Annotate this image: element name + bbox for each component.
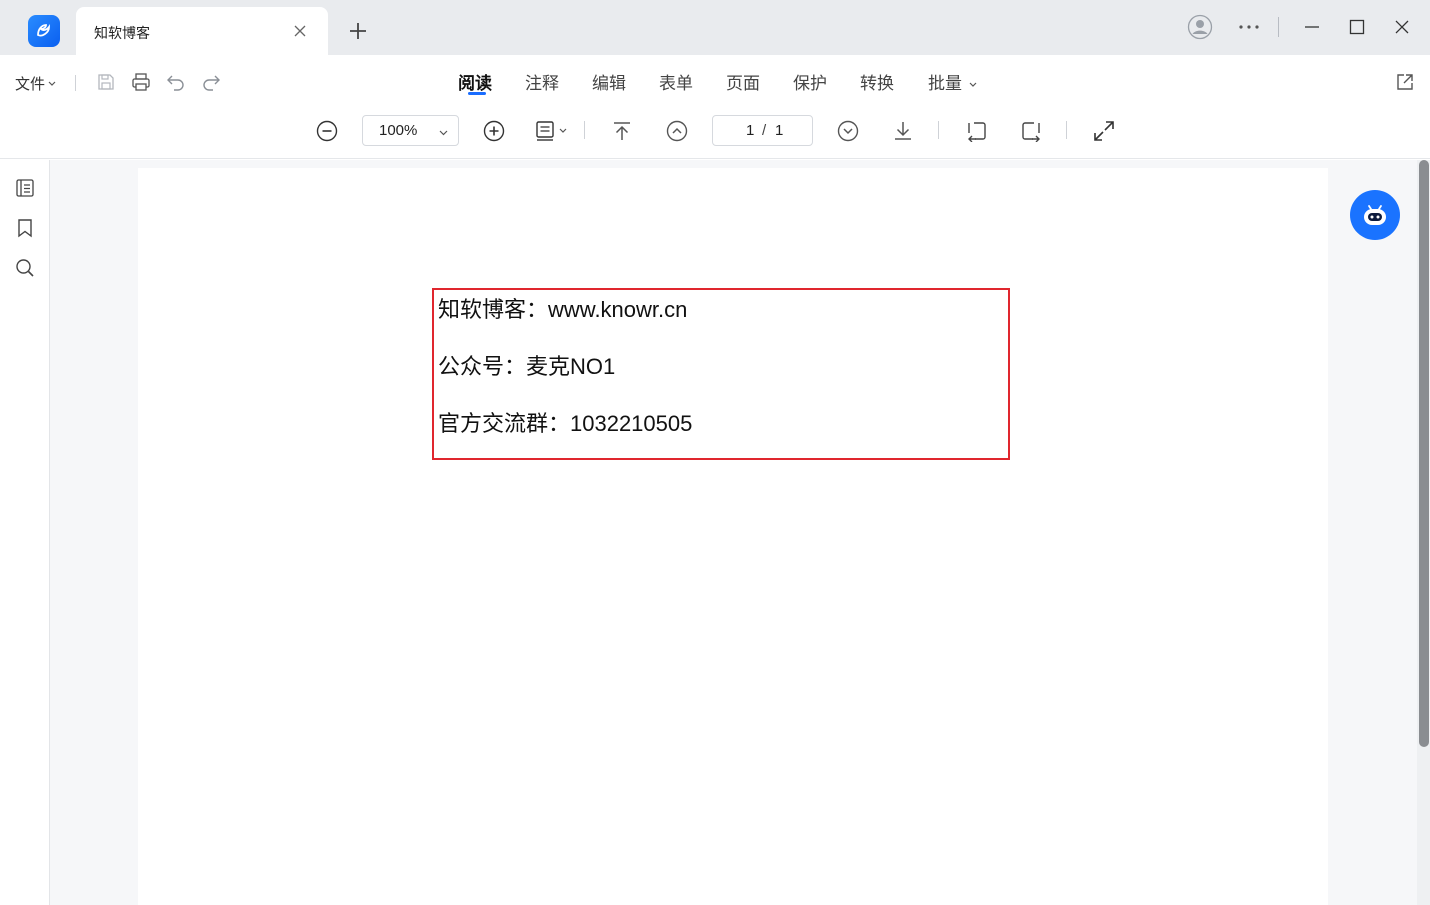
tab-convert[interactable]: 转换 [860,69,894,94]
minimize-icon[interactable] [1298,14,1326,40]
document-viewport: 知软博客：www.knowr.cn 公众号：麦克NO1 官方交流群：103221… [50,160,1417,905]
user-avatar-icon[interactable] [1186,14,1214,40]
page-separator: / [762,122,767,139]
tab-read[interactable]: 阅读 [458,69,492,94]
chevron-down-icon [439,123,448,140]
outline-panel-icon[interactable] [13,176,37,200]
doc-line-blog: 知软博客：www.knowr.cn [438,297,688,322]
doc-line-wechat: 公众号：麦克NO1 [438,354,616,379]
page-number-input[interactable]: 1 / 1 [712,115,813,146]
page-layout-icon[interactable] [533,118,573,144]
title-bar: 知软博客 [0,0,1430,55]
zoom-in-icon[interactable] [481,118,507,144]
document-tab[interactable]: 知软博客 [76,7,328,55]
tab-batch-label: 批量 [928,74,962,93]
text-box[interactable]: 知软博客：www.knowr.cn 公众号：麦克NO1 官方交流群：103221… [432,288,1010,460]
next-page-icon[interactable] [835,118,861,144]
current-page: 1 [746,122,755,139]
tab-protect[interactable]: 保护 [793,69,827,94]
first-page-icon[interactable] [609,118,635,144]
total-pages: 1 [775,122,784,139]
left-sidebar [0,160,50,905]
file-menu[interactable]: 文件 [15,73,56,94]
file-menu-label: 文件 [15,76,46,93]
tab-page[interactable]: 页面 [726,69,760,94]
toolbar-separator [584,121,585,139]
menu-bar: 文件 阅读 注释 编辑 表单 页面 保护 转换 批量 [0,55,1430,107]
toolbar-separator [1066,121,1067,139]
active-tab-indicator [468,92,486,95]
close-icon[interactable] [1388,14,1416,40]
view-toolbar: 100% 1 / 1 [0,107,1430,159]
app-logo-icon[interactable] [28,15,60,47]
rotate-left-icon[interactable] [964,118,990,144]
open-external-icon[interactable] [1394,71,1416,93]
chevron-down-icon [48,81,56,86]
scrollbar-thumb[interactable] [1419,160,1429,747]
previous-page-icon[interactable] [664,118,690,144]
redo-icon[interactable] [199,70,223,94]
pdf-page[interactable]: 知软博客：www.knowr.cn 公众号：麦克NO1 官方交流群：103221… [138,168,1328,905]
fullscreen-icon[interactable] [1091,118,1117,144]
undo-icon[interactable] [164,70,188,94]
toolbar-separator [938,121,939,139]
rotate-right-icon[interactable] [1018,118,1044,144]
tab-batch[interactable]: 批量 [928,69,977,94]
zoom-select[interactable]: 100% [362,115,459,146]
menu-separator [75,75,76,91]
tab-close-icon[interactable] [290,21,310,41]
zoom-value: 100% [379,122,418,139]
chevron-down-icon [969,82,977,87]
tab-form[interactable]: 表单 [659,69,693,94]
more-icon[interactable] [1235,14,1263,40]
maximize-icon[interactable] [1343,14,1371,40]
print-icon[interactable] [129,70,153,94]
add-tab-icon[interactable] [345,18,371,44]
tab-annotate[interactable]: 注释 [525,69,559,94]
bookmark-icon[interactable] [13,216,37,240]
save-icon[interactable] [94,70,118,94]
tab-title: 知软博客 [94,25,150,41]
zoom-out-icon[interactable] [314,118,340,144]
title-separator [1278,17,1279,37]
last-page-icon[interactable] [890,118,916,144]
ai-assistant-icon[interactable] [1350,190,1400,240]
search-icon[interactable] [13,256,37,280]
tab-edit[interactable]: 编辑 [592,69,626,94]
doc-line-group: 官方交流群：1032210505 [438,411,693,436]
